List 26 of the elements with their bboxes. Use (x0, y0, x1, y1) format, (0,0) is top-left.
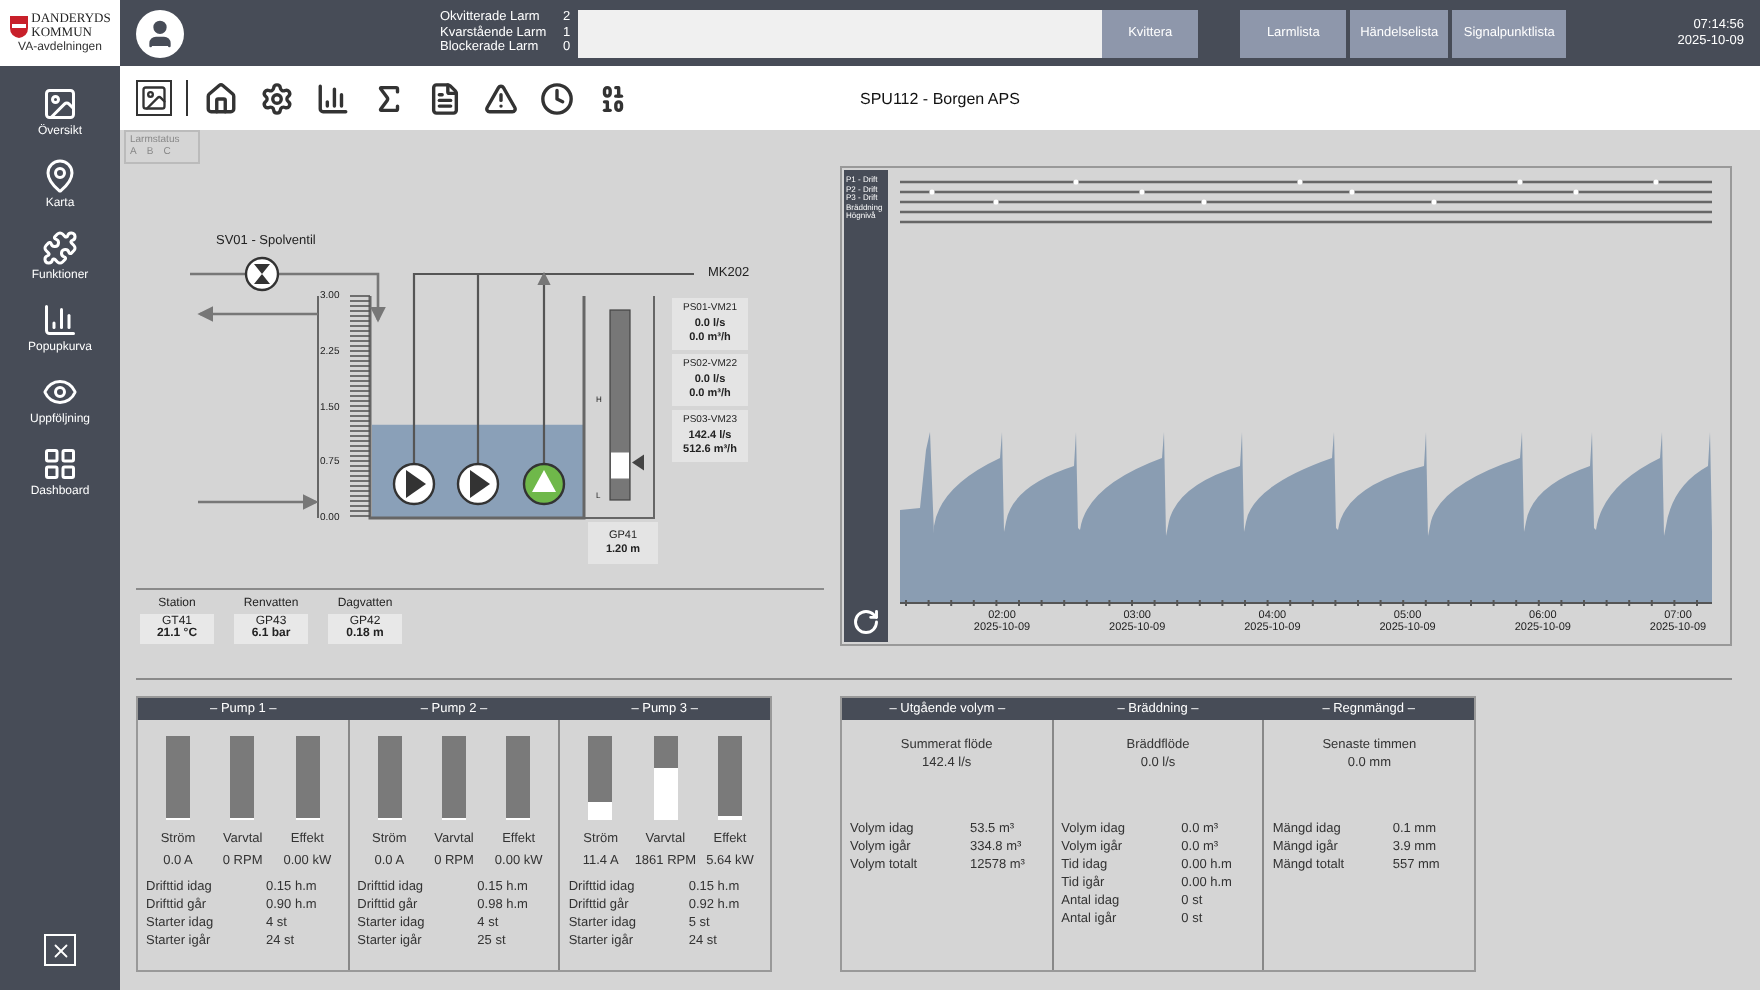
gear-button[interactable] (258, 79, 296, 117)
return-pipe (197, 306, 318, 322)
pump-icon[interactable] (522, 462, 566, 506)
station-title: SPU112 - Borgen APS (860, 89, 1020, 107)
nav-icon (42, 374, 78, 410)
close-icon (49, 939, 71, 961)
valve-icon (244, 256, 280, 292)
warning-button[interactable] (482, 79, 520, 117)
pump-icon[interactable] (456, 462, 500, 506)
nav-icon (42, 446, 78, 482)
refresh-icon (852, 608, 880, 636)
close-button[interactable] (44, 934, 76, 966)
clock-button[interactable] (538, 79, 576, 117)
document-button[interactable] (426, 79, 464, 117)
bar-chart-button[interactable] (314, 79, 352, 117)
nav-icon (42, 86, 78, 122)
shield-icon (9, 15, 28, 37)
nav-icon (42, 302, 78, 338)
nav-icon (42, 230, 78, 266)
inflow-pipe (198, 494, 319, 510)
acknowledge-field[interactable] (578, 9, 1103, 57)
user-avatar[interactable] (136, 9, 184, 57)
home-button[interactable] (202, 79, 240, 117)
picture-button[interactable] (136, 80, 172, 116)
nav-icon (42, 158, 78, 194)
pump-icon[interactable] (392, 462, 436, 506)
